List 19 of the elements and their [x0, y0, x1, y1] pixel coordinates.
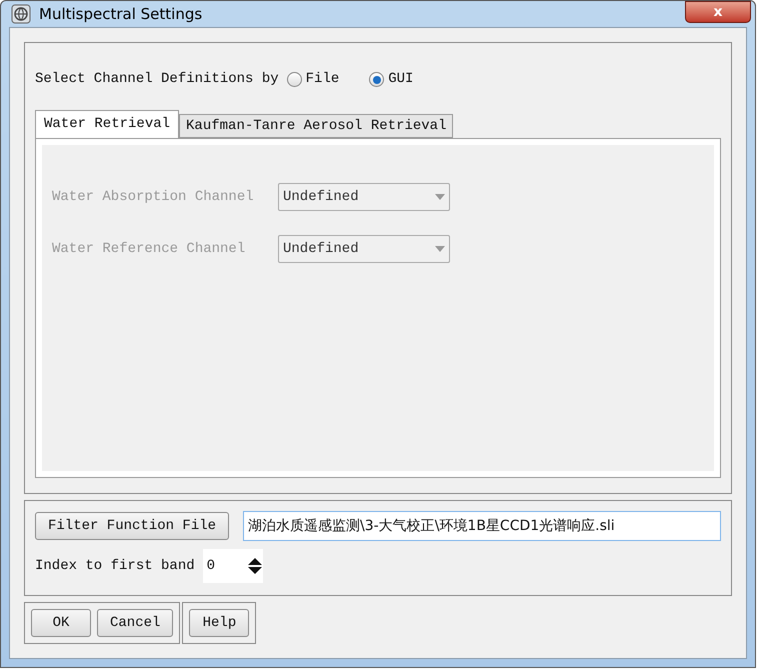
dropdown-caret-icon [435, 194, 445, 200]
channel-definitions-label: Select Channel Definitions by [35, 70, 279, 89]
radio-option[interactable]: GUI [369, 69, 414, 90]
field-label: Water Reference Channel [52, 240, 246, 258]
filter-file-field[interactable]: 湖泊水质遥感监测\3-大气校正\环境1B星CCD1光谱响应.sli [243, 511, 721, 541]
radio-option[interactable]: File [286, 69, 340, 90]
filter-function-file-button[interactable]: Filter Function File [35, 512, 230, 540]
tab[interactable]: Kaufman-Tanre Aerosol Retrieval [179, 114, 454, 138]
window-title: Multispectral Settings [39, 4, 202, 25]
tab[interactable]: Water Retrieval [35, 110, 180, 138]
index-first-band-label: Index to first band [35, 556, 195, 576]
field-label: Water Absorption Channel [52, 188, 255, 206]
dialog-button[interactable]: Cancel [97, 609, 174, 637]
dialog-button[interactable]: OK [31, 609, 91, 637]
dropdown-caret-icon [435, 246, 445, 252]
dialog-button[interactable]: Help [189, 609, 250, 637]
app-globe-icon [11, 4, 31, 24]
band-index-spinner[interactable]: 0 [202, 549, 263, 583]
spinner-arrows-icon [246, 556, 263, 576]
